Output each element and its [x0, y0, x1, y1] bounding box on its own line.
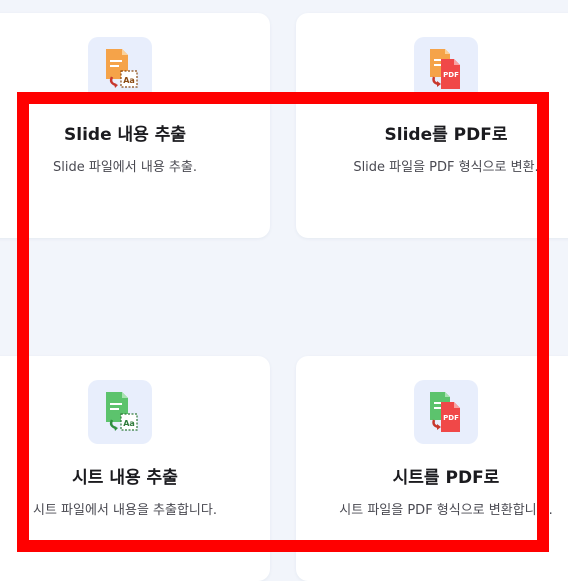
slide-to-pdf-icon: PDF — [414, 37, 478, 101]
card-title: 시트를 PDF로 — [392, 468, 500, 488]
sheet-to-pdf-icon: PDF — [414, 380, 478, 444]
pdf-badge-text: PDF — [443, 414, 459, 422]
card-description: Slide 파일을 PDF 형식으로 변환. — [353, 160, 539, 175]
pdf-badge-text: PDF — [443, 71, 459, 79]
sheet-extract-icon: Aa — [88, 380, 152, 444]
slide-extract-icon: Aa — [88, 37, 152, 101]
extract-badge-text: Aa — [123, 419, 135, 428]
tool-card-slide-extract[interactable]: Aa Slide 내용 추출 Slide 파일에서 내용 추출. — [0, 13, 270, 238]
tool-card-sheet-to-pdf[interactable]: PDF 시트를 PDF로 시트 파일을 PDF 형식으로 변환합니다. — [296, 356, 568, 581]
tool-card-slide-to-pdf[interactable]: PDF Slide를 PDF로 Slide 파일을 PDF 형식으로 변환. — [296, 13, 568, 238]
extract-badge-text: Aa — [123, 76, 135, 85]
card-description: Slide 파일에서 내용 추출. — [53, 160, 197, 175]
card-title: Slide 내용 추출 — [64, 125, 186, 145]
card-description: 시트 파일을 PDF 형식으로 변환합니다. — [339, 503, 553, 518]
card-title: Slide를 PDF로 — [384, 125, 508, 145]
card-title: 시트 내용 추출 — [72, 468, 178, 488]
card-description: 시트 파일에서 내용을 추출합니다. — [33, 503, 217, 518]
tool-card-sheet-extract[interactable]: Aa 시트 내용 추출 시트 파일에서 내용을 추출합니다. — [0, 356, 270, 581]
